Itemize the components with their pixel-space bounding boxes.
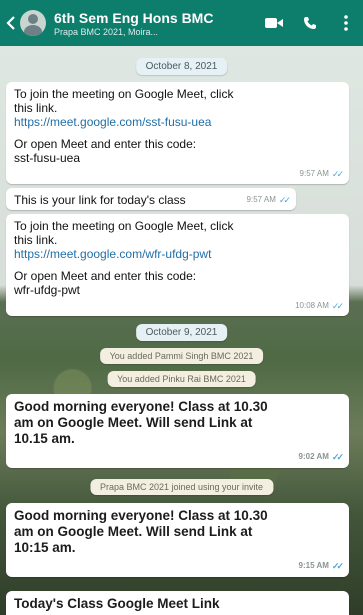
message-text: Good morning everyone! Class at 10.30 — [14, 399, 268, 414]
system-message: Prapa BMC 2021 joined using your invite — [89, 479, 274, 495]
more-options-icon[interactable] — [337, 14, 355, 32]
meet-link[interactable]: https://meet.google.com/wfr-ufdg-pwt — [14, 247, 341, 261]
message-time: 9:02 AM — [298, 452, 329, 461]
meet-link[interactable]: https://meet.google.com/sst-fusu-uea — [14, 115, 341, 129]
message-time: 10:08 AM — [295, 301, 329, 310]
meet-code: wfr-ufdg-pwt — [14, 283, 81, 297]
message-time: 9:57 AM — [246, 195, 276, 204]
message-text: To join the meeting on Google Meet, clic… — [14, 87, 234, 101]
system-message: You added Pinku Rai BMC 2021 — [107, 371, 256, 387]
message-list[interactable]: October 8, 2021 To join the meeting on G… — [0, 46, 363, 615]
message-text: Or open Meet and enter this code: — [14, 137, 197, 151]
message-text: am on Google Meet. Will send Link at — [14, 415, 253, 430]
message-bubble[interactable]: Good morning everyone! Class at 10.30 am… — [6, 503, 349, 577]
message-meta: 9:02 AM ✓✓ — [298, 449, 345, 465]
message-meta: 9:15 AM ✓✓ — [298, 558, 345, 574]
system-message: You added Pammi Singh BMC 2021 — [99, 348, 264, 364]
video-call-icon[interactable] — [265, 14, 283, 32]
message-meta: 10:08 AM ✓✓ — [295, 299, 344, 313]
message-bubble[interactable]: Good morning everyone! Class at 10.30 am… — [6, 394, 349, 468]
message-text: 10.15 am. — [14, 431, 75, 446]
message-text: Today's Class Google Meet Link — [14, 596, 220, 611]
double-tick-icon: ✓✓ — [331, 452, 344, 462]
double-tick-icon: ✓✓ — [331, 561, 344, 571]
double-tick-icon: ✓✓ — [278, 195, 291, 205]
chat-title-block[interactable]: 6th Sem Eng Hons BMC Prapa BMC 2021, Moi… — [54, 10, 255, 37]
message-text: Good morning everyone! Class at 10.30 — [14, 508, 268, 523]
message-text: this link. — [14, 233, 58, 247]
message-text: To join the meeting on Google Meet, clic… — [14, 219, 234, 233]
double-tick-icon: ✓✓ — [331, 169, 344, 179]
meet-code: sst-fusu-uea — [14, 151, 81, 165]
message-bubble[interactable]: Today's Class Google Meet Link — [6, 591, 349, 615]
message-time: 9:57 AM — [299, 169, 329, 178]
double-tick-icon: ✓✓ — [331, 301, 344, 311]
voice-call-icon[interactable] — [301, 14, 319, 32]
date-divider: October 8, 2021 — [135, 58, 228, 75]
chat-header: 6th Sem Eng Hons BMC Prapa BMC 2021, Moi… — [0, 0, 363, 46]
avatar[interactable] — [20, 10, 46, 36]
back-arrow-icon[interactable] — [4, 12, 18, 34]
chat-subtitle: Prapa BMC 2021, Moira... — [54, 26, 159, 37]
chat-title: 6th Sem Eng Hons BMC — [54, 9, 214, 26]
message-bubble[interactable]: To join the meeting on Google Meet, clic… — [6, 82, 349, 184]
message-bubble[interactable]: This is your link for today's class 9:57… — [6, 188, 296, 210]
message-text: this link. — [14, 101, 58, 115]
message-text: 10:15 am. — [14, 540, 76, 555]
message-meta: 9:57 AM ✓✓ — [246, 193, 291, 207]
message-text: Or open Meet and enter this code: — [14, 269, 197, 283]
message-bubble[interactable]: To join the meeting on Google Meet, clic… — [6, 214, 349, 316]
date-divider: October 9, 2021 — [135, 324, 228, 341]
message-meta: 9:57 AM ✓✓ — [299, 167, 344, 181]
message-text: am on Google Meet. Will send Link at — [14, 524, 253, 539]
message-time: 9:15 AM — [298, 561, 329, 570]
